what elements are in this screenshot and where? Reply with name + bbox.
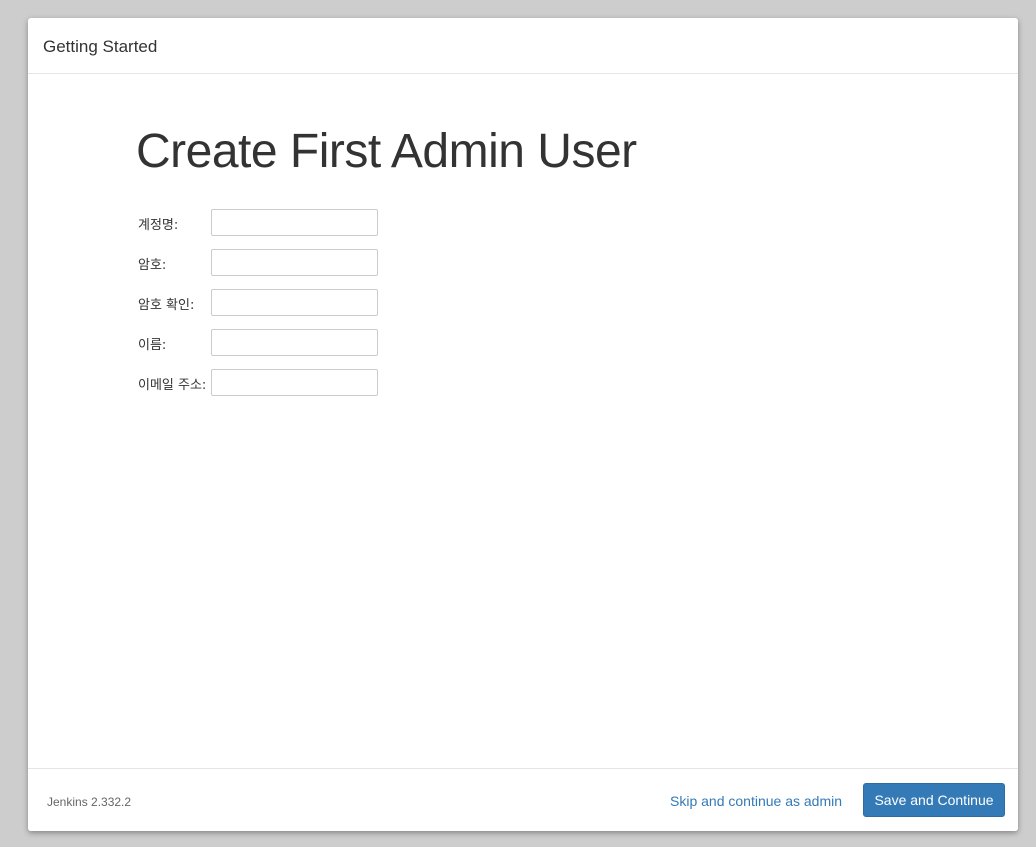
skip-continue-as-admin-link[interactable]: Skip and continue as admin xyxy=(670,793,842,809)
email-label: 이메일 주소: xyxy=(138,378,207,393)
confirm-password-input[interactable] xyxy=(211,289,378,316)
dialog-header: Getting Started xyxy=(28,18,1018,74)
setup-wizard-dialog: Getting Started Create First Admin User … xyxy=(28,18,1018,831)
email-input[interactable] xyxy=(211,369,378,396)
dialog-footer: Jenkins 2.332.2 Skip and continue as adm… xyxy=(28,768,1018,831)
email-row: 이메일 주소: xyxy=(138,369,398,399)
password-label: 암호: xyxy=(138,258,167,273)
username-row: 계정명: xyxy=(138,209,398,239)
fullname-input[interactable] xyxy=(211,329,378,356)
page-heading: Create First Admin User xyxy=(136,125,637,178)
username-label: 계정명: xyxy=(138,218,179,233)
password-input[interactable] xyxy=(211,249,378,276)
fullname-label: 이름: xyxy=(138,338,167,353)
password-row: 암호: xyxy=(138,249,398,279)
confirm-password-row: 암호 확인: xyxy=(138,289,398,319)
confirm-password-label: 암호 확인: xyxy=(138,298,195,313)
version-label: Jenkins 2.332.2 xyxy=(47,795,132,809)
username-input[interactable] xyxy=(211,209,378,236)
save-and-continue-button[interactable]: Save and Continue xyxy=(863,783,1005,817)
dialog-title: Getting Started xyxy=(43,37,158,56)
dialog-body: Create First Admin User 계정명: 암호: 암호 확인: … xyxy=(28,74,1018,768)
fullname-row: 이름: xyxy=(138,329,398,359)
